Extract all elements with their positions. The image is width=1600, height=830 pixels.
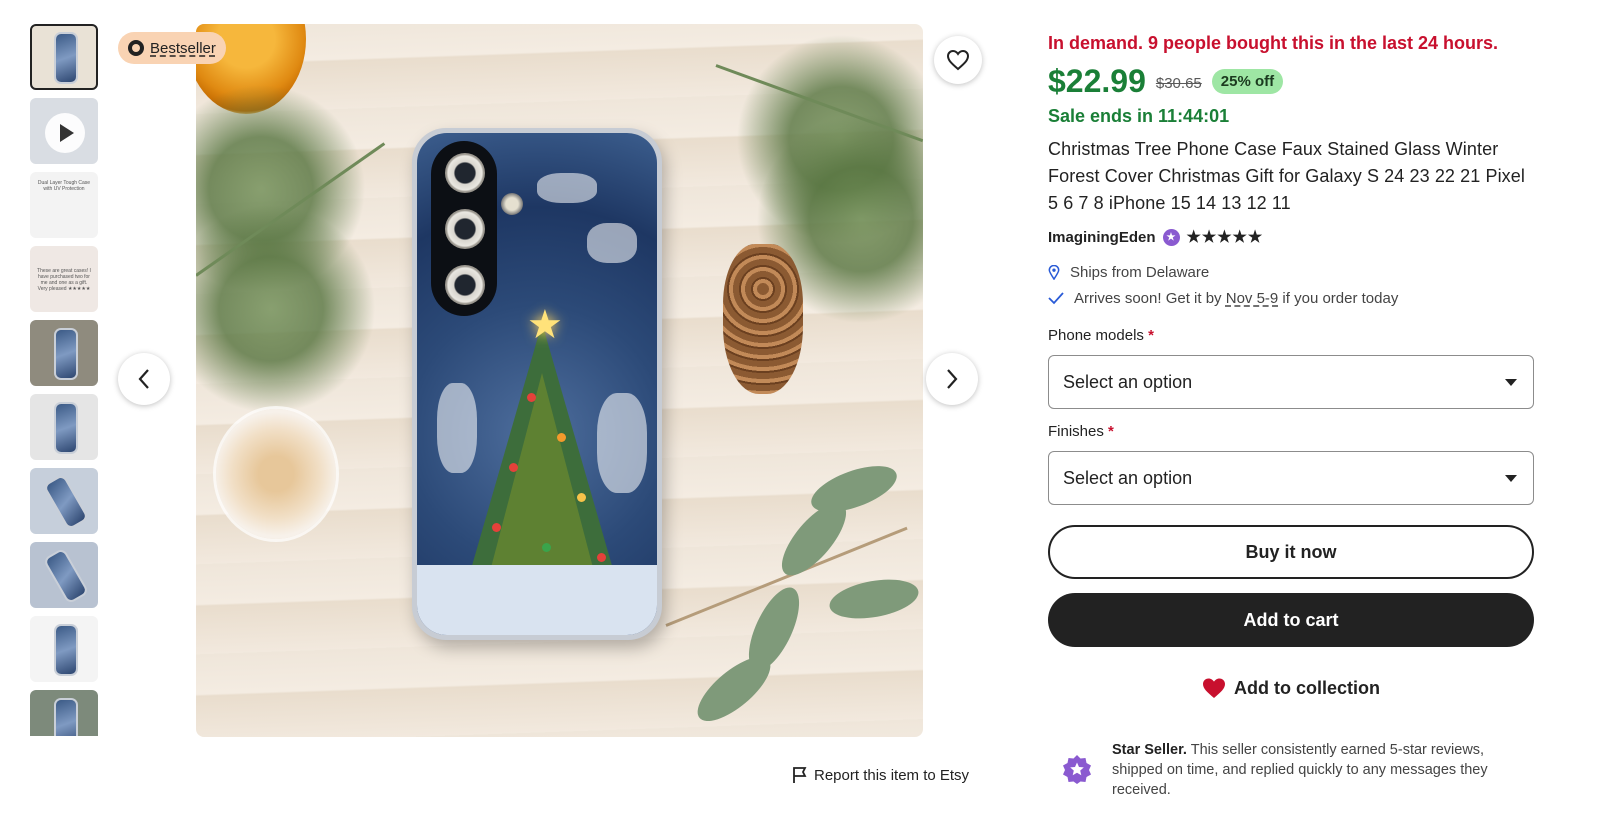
demand-notice: In demand. 9 people bought this in the l… [1048,33,1499,53]
thumbnail-1[interactable] [30,24,98,90]
rating-stars[interactable]: ★★★★★ [1187,227,1264,247]
thumbnail-video[interactable] [30,98,98,164]
play-icon [45,113,85,153]
sale-price: $22.99 [1048,62,1146,99]
phone-models-value: Select an option [1063,371,1193,392]
thumbnail-8[interactable] [30,542,98,608]
original-price: $30.65 [1155,74,1202,92]
chevron-left-icon [138,369,149,389]
camera-module [431,141,497,316]
arrives-suffix: if you order today [1278,289,1399,307]
shop-name-link[interactable]: ImaginingEden [1048,229,1156,246]
add-to-collection-button[interactable]: Add to collection [1048,675,1534,701]
main-product-image[interactable]: ★ [196,24,923,737]
favorite-button[interactable] [934,36,982,84]
glass-bowl [216,409,336,539]
report-label: Report this item to Etsy [814,766,970,784]
phone-models-select[interactable]: Select an option [1048,355,1534,409]
add-to-collection-label: Add to collection [1234,677,1380,698]
next-image-button[interactable] [926,353,978,405]
buy-it-now-button[interactable]: Buy it now [1048,525,1534,579]
star-seller-title: Star Seller. [1112,742,1187,758]
heart-filled-icon [1203,678,1225,698]
phone-case: ★ [412,128,662,640]
report-item-link[interactable]: Report this item to Etsy [792,766,969,784]
sale-countdown: Sale ends in 11:44:01 [1048,106,1230,126]
arrives-prefix: Arrives soon! Get it by [1074,289,1226,307]
finishes-value: Select an option [1063,467,1193,488]
thumbnail-6[interactable] [30,394,98,460]
star-icon: ★ [527,303,563,347]
ships-from-text: Ships from Delaware [1070,263,1210,281]
flag-icon [793,767,807,783]
thumbnail-3[interactable]: Dual Layer Tough Case with UV Protection [30,172,98,238]
star-seller-icon [1063,755,1091,784]
caret-down-icon [1505,474,1517,482]
discount-badge: 25% off [1211,68,1284,94]
thumbnail-strip: Dual Layer Tough Case with UV Protection… [30,24,98,736]
ships-from: Ships from Delaware [1048,259,1534,285]
required-asterisk: * [1108,423,1114,440]
price-row: $22.99 $30.65 25% off [1048,62,1534,100]
thumbnail-10[interactable] [30,690,98,736]
chevron-right-icon [947,369,958,389]
arrival-estimate: Arrives soon! Get it by Nov 5-9 if you o… [1048,285,1534,311]
shop-row: ImaginingEden ★ ★★★★★ [1048,227,1534,247]
star-seller-text: Star Seller. This seller consistently ea… [1112,740,1534,800]
bestseller-badge[interactable]: Bestseller [118,32,226,64]
bestseller-label: Bestseller [150,39,216,57]
thumbnail-9[interactable] [30,616,98,682]
listing-details: In demand. 9 people bought this in the l… [1048,30,1534,701]
caret-down-icon [1505,378,1517,386]
pinecone [723,244,803,394]
add-to-cart-button[interactable]: Add to cart [1048,593,1534,647]
thumbnail-4[interactable]: These are great cases! I have purchased … [30,246,98,312]
location-pin-icon [1048,264,1060,280]
thumbnail-7[interactable] [30,468,98,534]
finishes-label: Finishes * [1048,423,1114,440]
required-asterisk: * [1148,327,1154,344]
previous-image-button[interactable] [118,353,170,405]
finishes-select[interactable]: Select an option [1048,451,1534,505]
star-seller-badge-icon: ★ [1162,228,1180,246]
phone-models-label: Phone models * [1048,327,1154,344]
arrival-dates[interactable]: Nov 5-9 [1226,290,1279,307]
star-seller-info: Star Seller. This seller consistently ea… [1062,740,1534,800]
checkmark-icon [1048,292,1064,305]
thumbnail-5[interactable] [30,320,98,386]
heart-outline-icon [946,49,970,71]
listing-title: Christmas Tree Phone Case Faux Stained G… [1048,139,1525,213]
award-icon [128,40,144,56]
